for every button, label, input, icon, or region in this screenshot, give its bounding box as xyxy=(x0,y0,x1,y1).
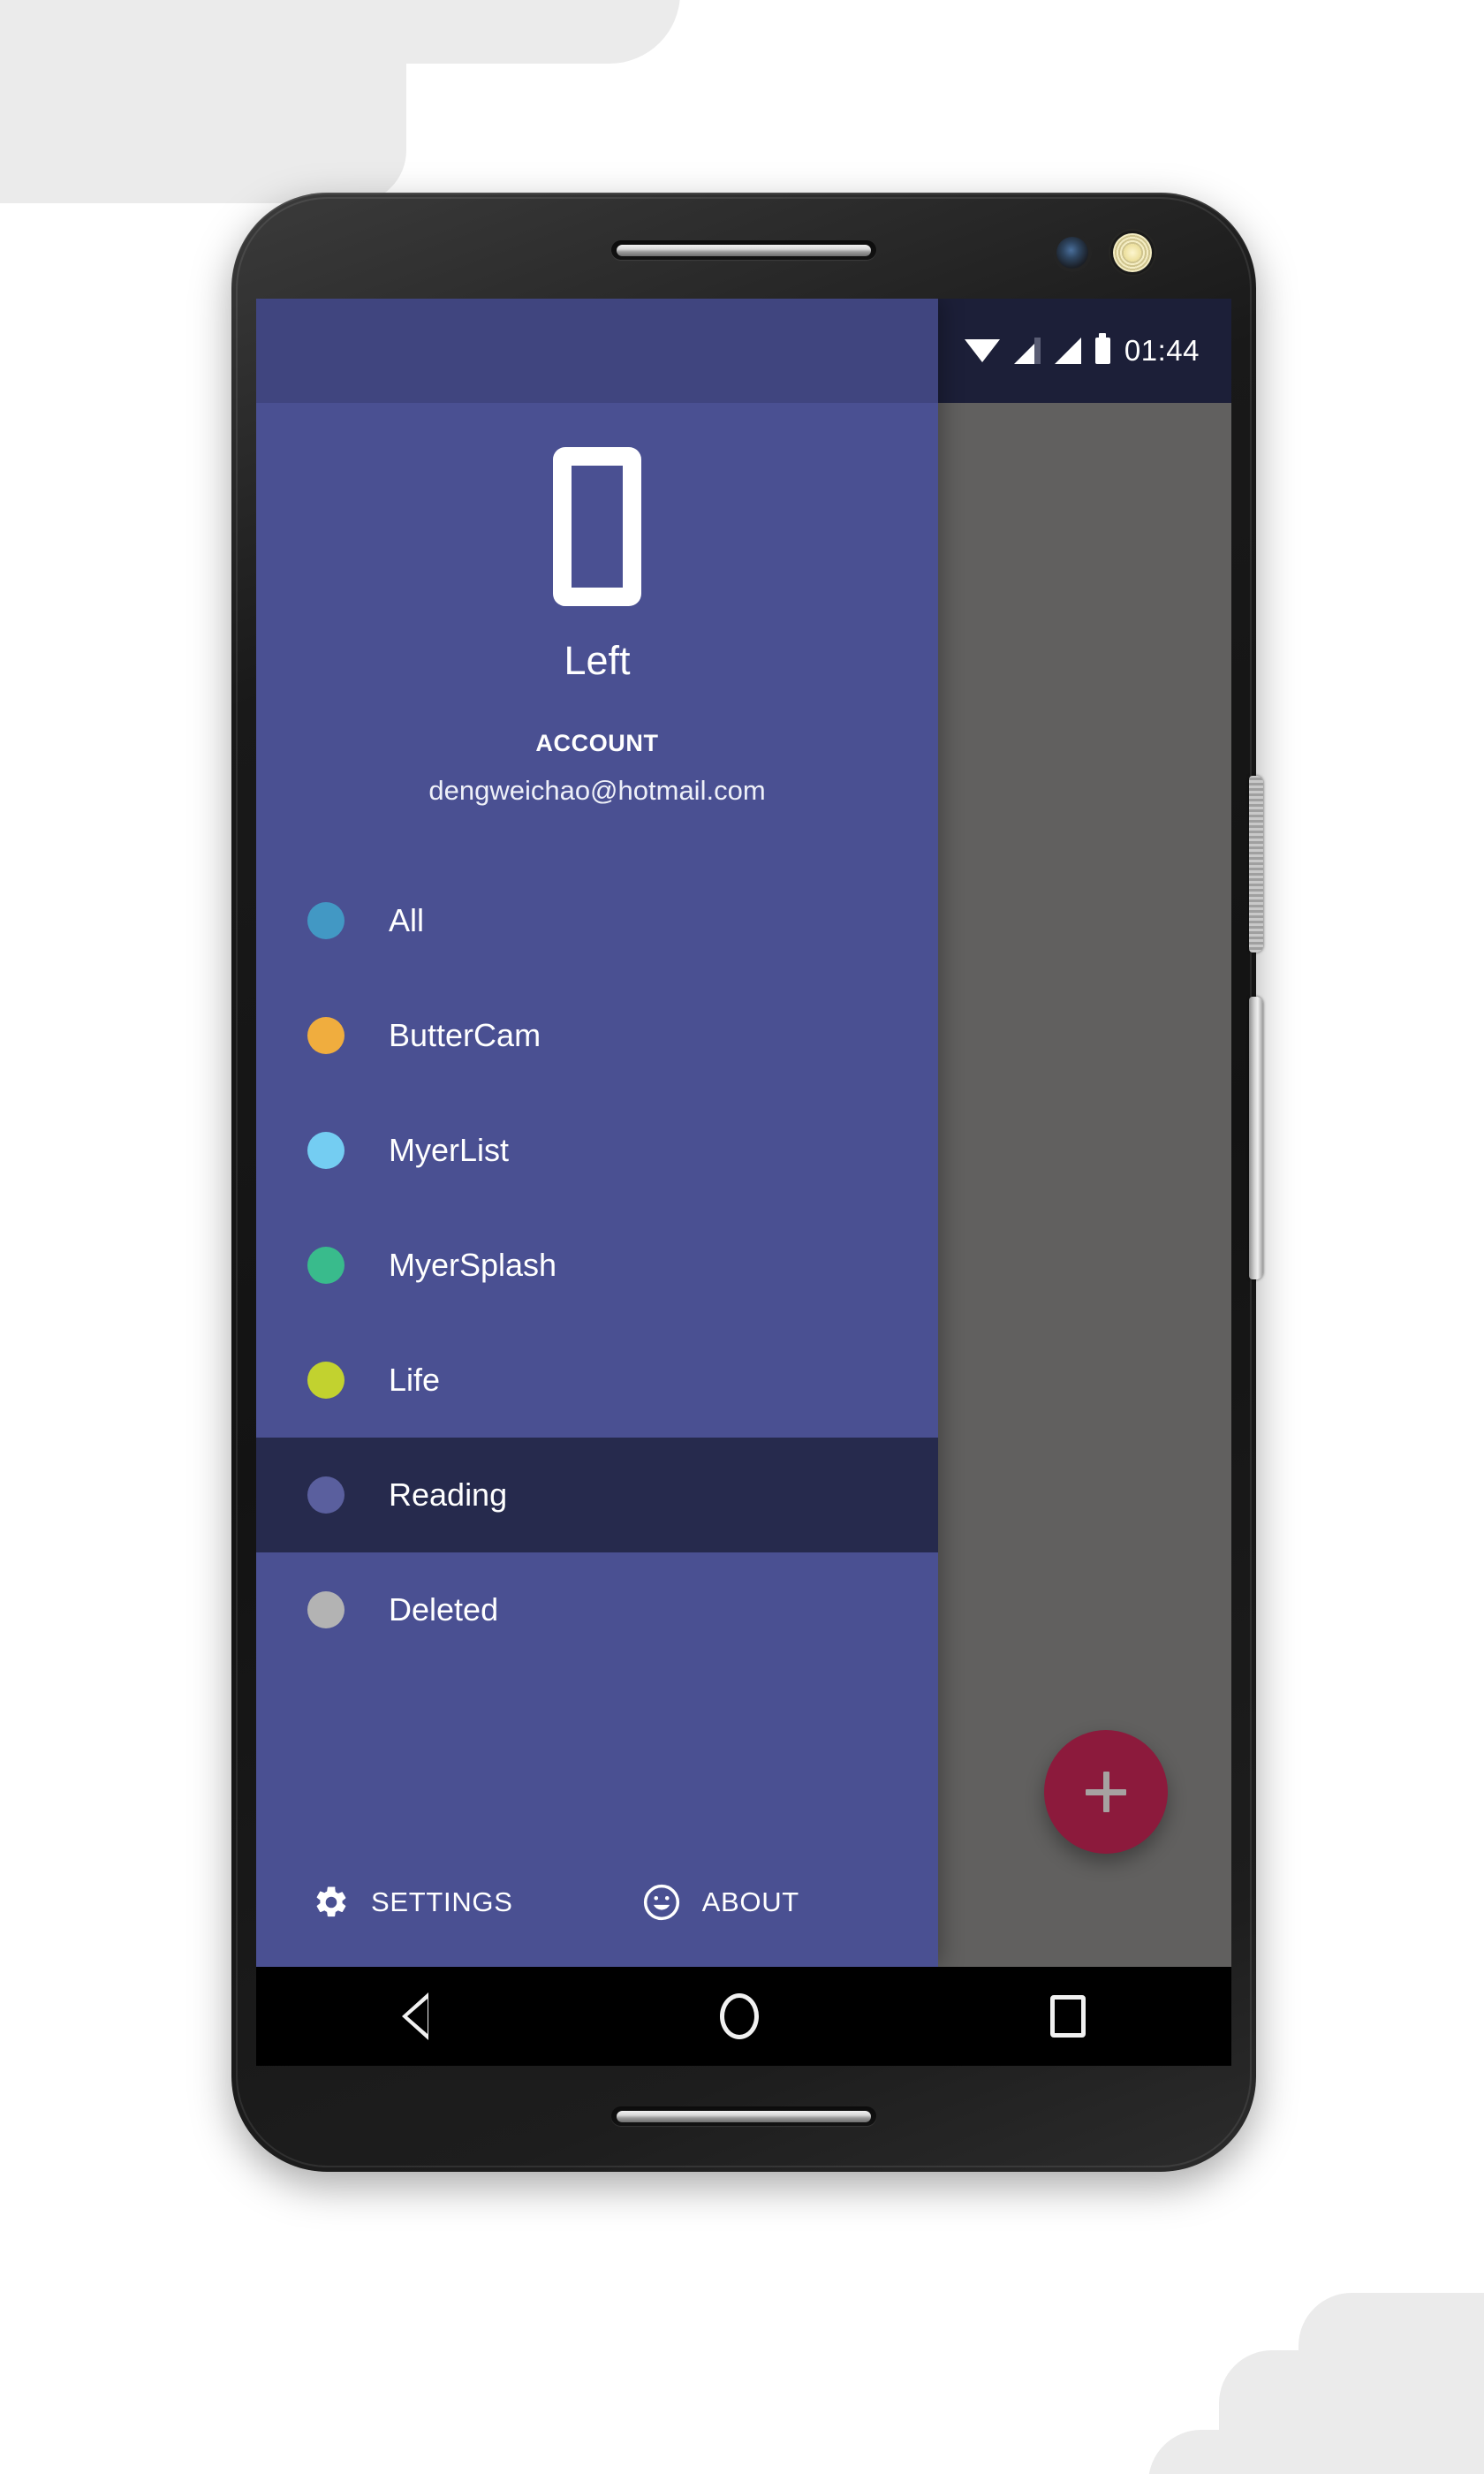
speaker-grille-top xyxy=(611,240,876,260)
drawer-item-label: MyerSplash xyxy=(389,1247,557,1283)
color-dot-icon xyxy=(307,1017,344,1054)
phone-device: } ;-) 01:44 xyxy=(231,193,1263,2172)
background-decoration-bottom-right-foot xyxy=(1148,2430,1484,2474)
about-button-label: ABOUT xyxy=(701,1886,799,1917)
drawer-item-myerlist[interactable]: MyerList xyxy=(256,1093,938,1208)
android-navigation-bar xyxy=(256,1967,1231,2066)
phone-screen: } ;-) 01:44 xyxy=(256,299,1231,1967)
drawer-item-life[interactable]: Life xyxy=(256,1323,938,1438)
settings-button-label: SETTINGS xyxy=(371,1886,513,1917)
drawer-item-label: Deleted xyxy=(389,1591,499,1628)
color-dot-icon xyxy=(307,1247,344,1284)
drawer-item-reading[interactable]: Reading xyxy=(256,1438,938,1552)
status-bar-clock: 01:44 xyxy=(1124,334,1200,367)
front-camera-lens xyxy=(1056,237,1088,269)
drawer-item-list: All ButterCam MyerList MyerSplash Life R… xyxy=(256,844,938,1850)
drawer-item-myersplash[interactable]: MyerSplash xyxy=(256,1208,938,1323)
settings-button[interactable]: SETTINGS xyxy=(313,1884,513,1921)
color-dot-icon xyxy=(307,1362,344,1399)
color-dot-icon xyxy=(307,902,344,939)
about-button[interactable]: ABOUT xyxy=(642,1883,799,1922)
back-triangle-icon[interactable] xyxy=(402,1992,428,2040)
screenshot-canvas: } ;-) 01:44 xyxy=(0,0,1484,2474)
drawer-item-deleted[interactable]: Deleted xyxy=(256,1552,938,1667)
home-circle-icon[interactable] xyxy=(720,1993,759,2039)
color-dot-icon xyxy=(307,1132,344,1169)
speaker-grille-bottom xyxy=(611,2106,876,2126)
account-section-label: ACCOUNT xyxy=(535,730,659,756)
add-fab-button[interactable] xyxy=(1044,1730,1168,1854)
signal-icon-1 xyxy=(1013,338,1041,364)
plus-icon xyxy=(1086,1772,1126,1812)
color-dot-icon xyxy=(307,1591,344,1628)
drawer-item-label: ButterCam xyxy=(389,1017,541,1053)
smiley-icon xyxy=(643,1884,679,1921)
status-bar-icons: 01:44 xyxy=(964,299,1200,403)
battery-icon xyxy=(1094,338,1110,364)
volume-rocker[interactable] xyxy=(1249,997,1263,1279)
drawer-item-label: MyerList xyxy=(389,1132,510,1168)
tofu-box-logo-icon xyxy=(553,447,641,606)
color-dot-icon xyxy=(307,1476,344,1514)
drawer-item-label: Life xyxy=(389,1362,441,1398)
signal-icon-2 xyxy=(1054,338,1081,364)
drawer-item-label: All xyxy=(389,902,425,938)
recents-square-icon[interactable] xyxy=(1050,1995,1086,2038)
account-email[interactable]: dengweichao@hotmail.com xyxy=(428,775,765,807)
gear-icon xyxy=(316,1886,346,1917)
power-button[interactable] xyxy=(1249,776,1263,952)
flash-sensor-icon xyxy=(1113,233,1152,272)
drawer-footer: SETTINGS ABOUT xyxy=(256,1850,938,1967)
drawer-item-label: Reading xyxy=(389,1476,508,1513)
drawer-header: Left ACCOUNT dengweichao@hotmail.com xyxy=(256,403,938,844)
drawer-item-buttercam[interactable]: ButterCam xyxy=(256,978,938,1093)
background-decoration-top-left-tail xyxy=(0,0,680,64)
drawer-item-all[interactable]: All xyxy=(256,863,938,978)
drawer-title: Left xyxy=(564,638,631,683)
navigation-drawer: Left ACCOUNT dengweichao@hotmail.com All… xyxy=(256,299,938,1967)
drawer-status-bar-padding xyxy=(256,299,938,403)
wifi-icon xyxy=(964,338,1000,364)
